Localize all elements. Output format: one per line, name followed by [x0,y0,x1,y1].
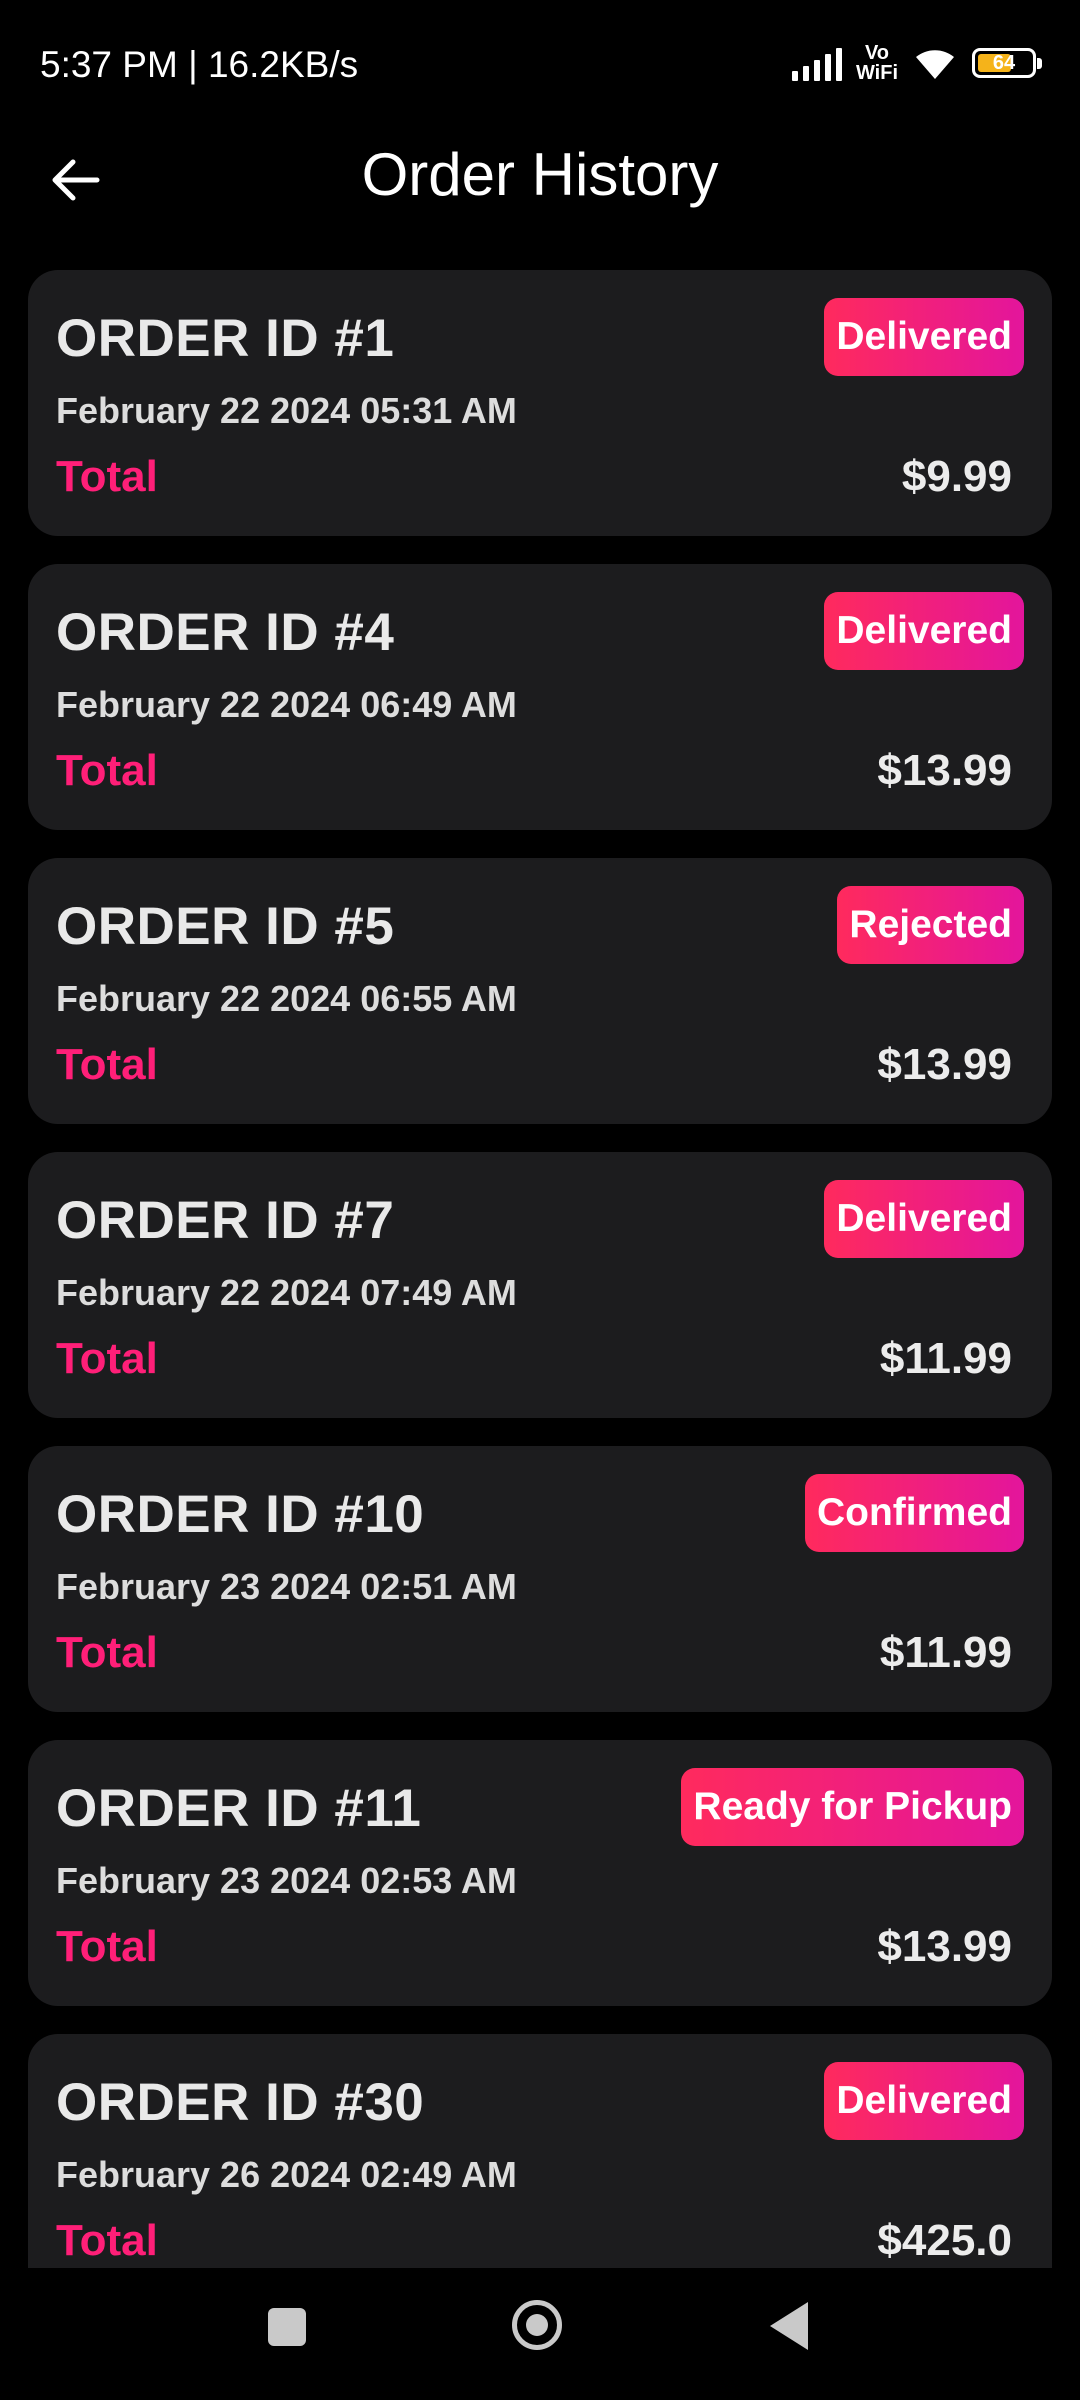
order-total-label: Total [56,1334,158,1383]
order-date: February 22 2024 06:49 AM [56,684,517,725]
battery-level: 64 [992,52,1016,74]
order-date: February 23 2024 02:53 AM [56,1860,517,1901]
order-status-badge: Delivered [824,2062,1024,2140]
page-title: Order History [361,141,719,208]
order-date: February 22 2024 05:31 AM [56,390,517,431]
signal-icon [791,45,842,81]
order-status-badge: Confirmed [805,1474,1024,1552]
vowifi-label: Vo WiFi [855,42,898,84]
order-date: February 22 2024 06:55 AM [56,978,517,1019]
order-id: ORDER ID #11 [56,1779,422,1838]
order-status-badge: Ready for Pickup [681,1768,1024,1846]
order-card[interactable]: ORDER ID #4 Delivered February 22 2024 0… [28,564,1052,830]
order-date: February 23 2024 02:51 AM [56,1566,517,1607]
order-card[interactable]: ORDER ID #11 Ready for Pickup February 2… [28,1740,1052,2006]
order-status-badge: Delivered [824,1180,1024,1258]
order-id: ORDER ID #10 [56,1485,425,1544]
app-bar: Order History [0,130,1080,230]
square-icon[interactable] [268,2308,306,2346]
order-total-label: Total [56,2216,158,2265]
order-card[interactable]: ORDER ID #1 Delivered February 22 2024 0… [28,270,1052,536]
order-total-label: Total [56,1628,158,1677]
order-date: February 22 2024 07:49 AM [56,1272,517,1313]
order-card[interactable]: ORDER ID #30 Delivered February 26 2024 … [28,2034,1052,2268]
order-status-badge: Delivered [824,298,1024,376]
order-total-value: $13.99 [877,1040,1012,1089]
order-card[interactable]: ORDER ID #7 Delivered February 22 2024 0… [28,1152,1052,1418]
circle-home-icon[interactable] [512,2300,562,2350]
order-total-label: Total [56,1922,158,1971]
order-date: February 26 2024 02:49 AM [56,2154,517,2195]
order-total-value: $9.99 [901,452,1012,501]
order-total-value: $11.99 [879,1628,1012,1677]
order-id: ORDER ID #4 [56,603,395,662]
order-total-value: $13.99 [877,1922,1012,1971]
battery-icon: 64 [972,48,1042,78]
order-id: ORDER ID #5 [56,897,395,956]
order-id: ORDER ID #7 [56,1191,395,1250]
order-total-value: $425.0 [877,2216,1012,2265]
order-total-value: $11.99 [879,1334,1012,1383]
order-id: ORDER ID #1 [56,309,395,368]
triangle-back-icon[interactable] [770,2302,808,2350]
status-bar: 5:37 PM | 16.2KB/s Vo WiFi 64 [0,0,1080,130]
status-icons: Vo WiFi 64 [791,38,1042,88]
order-total-label: Total [56,452,158,501]
order-card[interactable]: ORDER ID #5 Rejected February 22 2024 06… [28,858,1052,1124]
order-card[interactable]: ORDER ID #10 Confirmed February 23 2024 … [28,1446,1052,1712]
order-id: ORDER ID #30 [56,2073,425,2132]
order-status-badge: Rejected [837,886,1024,964]
order-status-badge: Delivered [824,592,1024,670]
wifi-icon [916,50,954,79]
status-time: 5:37 PM | 16.2KB/s [40,44,359,85]
order-total-label: Total [56,1040,158,1089]
order-total-value: $13.99 [877,746,1012,795]
order-total-label: Total [56,746,158,795]
order-list[interactable]: ORDER ID #1 Delivered February 22 2024 0… [28,270,1052,2268]
system-nav-bar [0,2270,1080,2400]
